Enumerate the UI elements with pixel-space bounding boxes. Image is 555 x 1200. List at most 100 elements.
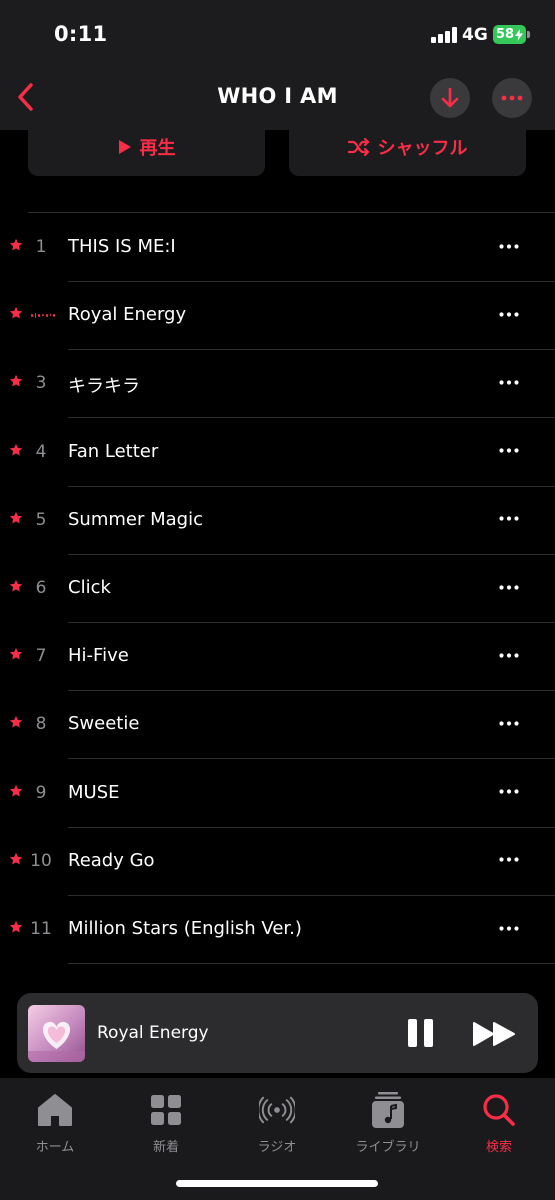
track-title: Click — [68, 577, 111, 598]
ellipsis-icon — [499, 243, 519, 249]
track-title: Million Stars (English Ver.) — [68, 918, 302, 939]
play-button[interactable]: 再生 — [28, 118, 265, 176]
track-row[interactable]: 10 Ready Go — [0, 828, 555, 896]
page-title: WHO I AM — [217, 84, 338, 108]
favorite-star-icon — [9, 238, 23, 251]
home-indicator — [176, 1180, 378, 1187]
album-artwork — [28, 1005, 85, 1062]
shuffle-label: シャッフル — [377, 138, 468, 159]
track-number: 8 — [35, 714, 47, 735]
radio-icon — [259, 1092, 295, 1128]
track-number: 10 — [30, 850, 52, 871]
fast-forward-icon — [473, 1022, 515, 1046]
track-row[interactable]: Royal Energy — [0, 282, 555, 351]
play-label: 再生 — [139, 138, 176, 159]
status-bar: 0:11 4G 58 — [0, 0, 555, 70]
track-row[interactable]: 7 Hi-Five — [0, 623, 555, 692]
download-button[interactable] — [430, 78, 470, 118]
track-row[interactable]: 8 Sweetie — [0, 691, 555, 760]
shuffle-icon — [347, 138, 369, 156]
ellipsis-icon — [499, 857, 519, 862]
row-divider — [68, 963, 555, 964]
tab-radio[interactable]: ラジオ — [227, 1092, 327, 1155]
mini-player[interactable]: Royal Energy — [17, 993, 538, 1073]
favorite-star-icon — [9, 920, 23, 933]
track-number: 3 — [35, 373, 47, 394]
track-more-button[interactable] — [494, 234, 524, 258]
tab-new[interactable]: 新着 — [116, 1092, 216, 1155]
more-options-button[interactable] — [492, 78, 532, 118]
track-more-button[interactable] — [494, 439, 524, 463]
track-title: Ready Go — [68, 849, 155, 871]
track-row[interactable]: 6 Click — [0, 555, 555, 623]
play-icon — [118, 140, 131, 154]
track-more-button[interactable] — [494, 848, 524, 872]
favorite-star-icon — [9, 648, 23, 660]
track-number: 6 — [35, 578, 47, 598]
track-row[interactable]: 1 THIS IS ME:I — [0, 214, 555, 282]
favorite-star-icon — [9, 579, 23, 592]
favorite-star-icon — [9, 375, 23, 387]
grid-icon — [148, 1092, 184, 1128]
track-more-button[interactable] — [494, 370, 524, 394]
ellipsis-icon — [499, 448, 519, 453]
pause-button[interactable] — [407, 1017, 435, 1049]
tab-library-label: ライブラリ — [355, 1140, 421, 1155]
ellipsis-icon — [499, 789, 519, 794]
favorite-star-icon — [9, 852, 23, 865]
track-row[interactable]: 5 Summer Magic — [0, 487, 555, 555]
ellipsis-icon — [499, 516, 519, 521]
track-number: 1 — [35, 237, 47, 257]
track-title: THIS IS ME:I — [68, 236, 176, 257]
track-number: 7 — [35, 646, 47, 667]
ellipsis-icon — [499, 380, 519, 385]
tab-home-label: ホーム — [35, 1140, 75, 1155]
ellipsis-icon — [499, 721, 519, 726]
library-icon — [370, 1092, 406, 1128]
tab-library[interactable]: ライブラリ — [338, 1092, 438, 1155]
track-title: Sweetie — [68, 713, 140, 735]
track-number: 5 — [35, 509, 47, 530]
battery-cap — [527, 31, 530, 38]
ellipsis-icon — [499, 584, 519, 590]
tab-home[interactable]: ホーム — [5, 1092, 105, 1155]
favorite-star-icon — [9, 307, 23, 319]
track-more-button[interactable] — [494, 643, 524, 667]
favorite-star-icon — [9, 716, 23, 728]
now-playing-title: Royal Energy — [97, 1023, 209, 1043]
track-row[interactable]: 9 MUSE — [0, 760, 555, 828]
favorite-star-icon — [9, 784, 23, 797]
tab-radio-label: ラジオ — [257, 1140, 297, 1155]
network-type: 4G — [462, 25, 488, 45]
ellipsis-icon — [499, 925, 519, 931]
track-number: 11 — [30, 919, 52, 939]
tab-search-label: 検索 — [485, 1140, 512, 1155]
home-icon — [37, 1092, 73, 1128]
ellipsis-icon — [501, 95, 523, 101]
track-number: 9 — [35, 782, 47, 803]
track-title: Fan Letter — [68, 440, 159, 462]
track-row[interactable]: 11 Million Stars (English Ver.) — [0, 896, 555, 964]
track-title: Summer Magic — [68, 508, 203, 530]
fast-forward-button[interactable] — [472, 1021, 518, 1047]
list-divider — [28, 212, 555, 213]
track-more-button[interactable] — [494, 575, 524, 599]
track-more-button[interactable] — [494, 916, 524, 940]
track-more-button[interactable] — [494, 780, 524, 804]
tab-search[interactable]: 検索 — [449, 1092, 549, 1155]
track-row[interactable]: 3 キラキラ — [0, 350, 555, 419]
favorite-star-icon — [9, 511, 23, 524]
tab-new-label: 新着 — [152, 1140, 179, 1155]
shuffle-button[interactable]: シャッフル — [289, 118, 526, 176]
track-number: 4 — [35, 441, 47, 462]
track-more-button[interactable] — [494, 711, 524, 735]
track-more-button[interactable] — [494, 302, 524, 326]
track-more-button[interactable] — [494, 507, 524, 531]
track-row[interactable]: 4 Fan Letter — [0, 419, 555, 487]
ellipsis-icon — [499, 312, 519, 317]
favorite-star-icon — [9, 443, 23, 456]
track-title: Royal Energy — [68, 304, 187, 326]
track-title: Hi-Five — [68, 645, 129, 667]
track-title: MUSE — [68, 781, 120, 803]
arrow-down-icon — [441, 87, 459, 108]
